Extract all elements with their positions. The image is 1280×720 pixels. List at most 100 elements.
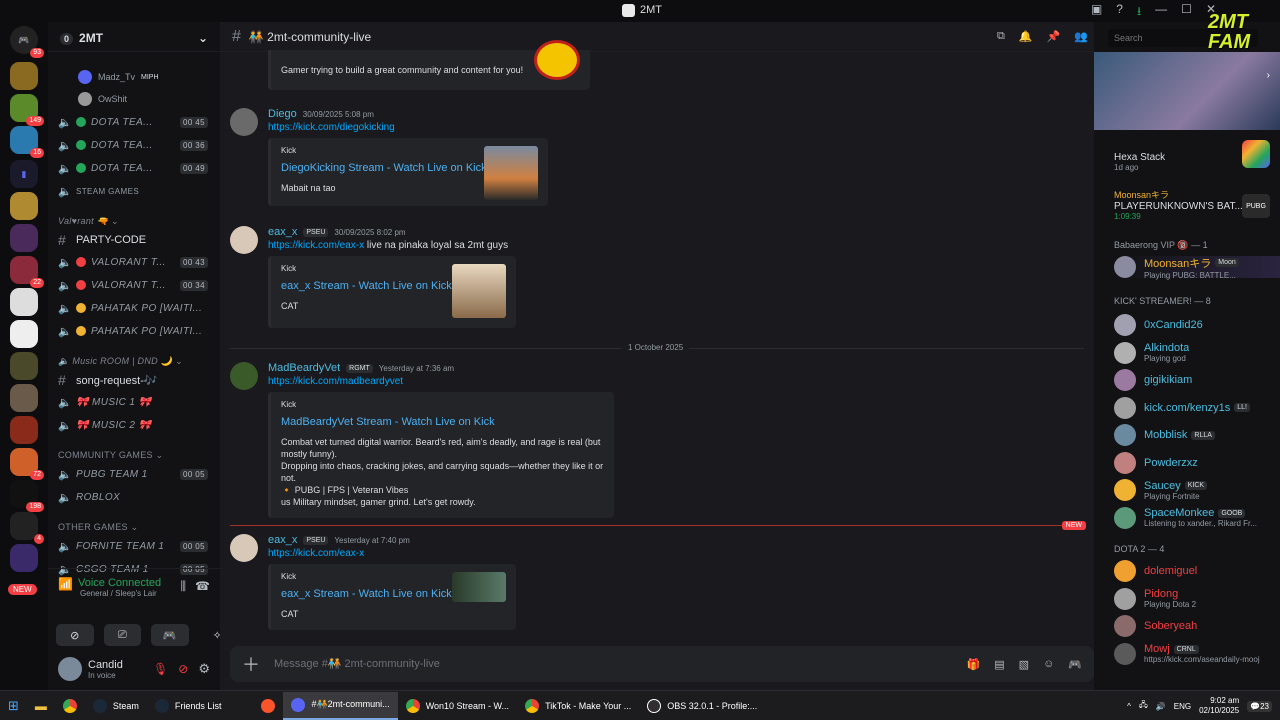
brave-icon[interactable] [253, 692, 283, 720]
chevron-right-icon[interactable]: › [1267, 70, 1270, 81]
text-channel[interactable]: # PARTY-CODE [58, 230, 218, 250]
voice-channel[interactable]: 🔈 DOTA TEA... 00 36 [58, 135, 218, 155]
voice-channel[interactable]: 🔈 PUBG TEAM 1 00 05 [58, 464, 218, 484]
minimize-icon[interactable]: — [1155, 2, 1167, 23]
member-item[interactable]: Soberyeah [1114, 615, 1280, 637]
chrome-icon[interactable] [55, 692, 85, 720]
start-button[interactable]: ⊞ [0, 692, 27, 720]
server-icon[interactable]: 22 [10, 256, 44, 288]
server-icon[interactable] [10, 288, 38, 316]
clock[interactable]: 9:02 am 02/10/2025 [1199, 696, 1239, 716]
deafen-icon[interactable]: ⊘ [178, 662, 188, 676]
author-name[interactable]: MadBeardyVet [268, 362, 340, 374]
avatar[interactable] [230, 362, 258, 390]
server-icon[interactable]: 4 [10, 512, 44, 544]
bell-icon[interactable]: 🔔 [1019, 30, 1033, 43]
server-icon[interactable] [10, 62, 38, 90]
member-item[interactable]: 0xCandid26 [1114, 314, 1280, 336]
file-explorer-icon[interactable]: ▬ [27, 692, 55, 720]
message-link[interactable]: https://kick.com/eax-x [268, 240, 364, 251]
author-name[interactable]: eax_x [268, 534, 297, 546]
avatar[interactable] [230, 534, 258, 562]
voice-channel[interactable]: 🔈 VALORANT T... 00 34 [58, 275, 218, 295]
member-item[interactable]: Moonsanキラ Moon Playing PUBG: BATTLE... [1114, 256, 1280, 280]
avatar[interactable] [230, 226, 258, 254]
server-icon[interactable]: 72 [10, 448, 44, 480]
server-icon[interactable] [10, 384, 38, 412]
category-valorant[interactable]: Val♥rant 🔫 ⌄ [58, 216, 119, 227]
server-icon[interactable]: 198 [10, 480, 44, 512]
voice-channel[interactable]: 🔈 VALORANT T... 00 43 [58, 252, 218, 272]
apps-icon[interactable]: 🎮 [1068, 658, 1082, 671]
server-icon[interactable] [10, 544, 38, 572]
camera-button[interactable]: ⊘ [56, 624, 94, 646]
member-item[interactable]: Saucey KICK Playing Fortnite [1114, 479, 1280, 501]
taskbar-friends[interactable]: Friends List [147, 692, 230, 720]
disconnect-icon[interactable]: ☎ [195, 579, 210, 593]
activity-card[interactable]: Hexa Stack 1d ago [1114, 138, 1274, 172]
server-icon[interactable]: 149 [10, 94, 44, 126]
threads-icon[interactable]: ⧉ [997, 30, 1005, 43]
help-icon[interactable]: ? [1116, 2, 1123, 23]
voice-channel[interactable]: 🔈 🎀 MUSIC 2 🎀 [58, 415, 218, 435]
member-item[interactable]: Mobblisk RLLA [1114, 424, 1280, 446]
member-item[interactable]: kick.com/kenzy1s LL! [1114, 396, 1280, 419]
author-name[interactable]: eax_x [268, 226, 297, 238]
voice-channel[interactable]: 🔈 DOTA TEA... 00 49 [58, 158, 218, 178]
member-item[interactable]: gigikikiam [1114, 369, 1280, 391]
message-link[interactable]: https://kick.com/eax-x [268, 548, 364, 559]
text-channel[interactable]: # song-request-🎶 [58, 370, 218, 390]
server-icon[interactable] [10, 320, 38, 348]
voice-user[interactable]: Madz_Tv MIPH [78, 70, 159, 84]
settings-icon[interactable]: ⚙ [198, 661, 210, 677]
embed-title[interactable]: MadBeardyVet Stream - Watch Live on Kick [281, 416, 604, 428]
message-link[interactable]: https://kick.com/madbeardyvet [268, 376, 403, 387]
noise-suppression-icon[interactable]: ⫼ [180, 579, 186, 594]
attach-icon[interactable]: ＋ [242, 651, 260, 677]
sticker-icon[interactable]: ▧ [1019, 658, 1029, 671]
avatar[interactable] [58, 657, 82, 681]
member-item[interactable]: Powderzxz [1114, 451, 1280, 474]
embed-thumbnail[interactable] [452, 572, 506, 602]
avatar[interactable] [230, 108, 258, 136]
notification-icon[interactable]: 💬23 [1247, 700, 1272, 712]
language-indicator[interactable]: ENG [1174, 702, 1191, 711]
activity-button[interactable]: 🎮 [151, 624, 189, 646]
mute-icon[interactable]: 🎙 [153, 662, 168, 676]
server-icon[interactable]: 16 [10, 126, 44, 158]
new-unreads-badge[interactable]: NEW [8, 584, 37, 595]
voice-channel[interactable]: 🔈 STEAM GAMES [58, 181, 218, 201]
voice-channel[interactable]: 🔈 PAHATAK PO [WAITI... [58, 298, 218, 318]
author-name[interactable]: Diego [268, 108, 297, 120]
gif-icon[interactable]: ▤ [994, 658, 1004, 671]
gift-icon[interactable]: 🎁 [967, 658, 981, 671]
message-link[interactable]: https://kick.com/diegokicking [268, 122, 395, 133]
server-header[interactable]: 0 2MT ⌄ [48, 22, 220, 52]
taskbar-obs[interactable]: OBS 32.0.1 - Profile:... [639, 692, 765, 720]
embed-thumbnail[interactable] [452, 264, 506, 318]
server-icon[interactable] [10, 416, 38, 444]
member-item[interactable]: SpaceMonkee GOOB Listening to xander., Rik… [1114, 506, 1280, 529]
message-input[interactable] [274, 658, 967, 670]
voice-channel[interactable]: 🔈 FORNITE TEAM 1 00 05 [58, 536, 218, 556]
voice-location[interactable]: General / Sleep's Lair [80, 589, 210, 598]
volume-icon[interactable]: 🔊 [1156, 702, 1166, 711]
server-icon[interactable] [10, 352, 38, 380]
activity-card[interactable]: Moonsanキラ PLAYERUNKNOWN'S BAT... 1:09:39… [1114, 188, 1274, 221]
network-icon[interactable]: 🖧 [1139, 699, 1148, 713]
voice-channel[interactable]: 🔈 ROBLOX [58, 487, 218, 507]
voice-channel[interactable]: 🔈 DOTA TEA... 00 45 [58, 112, 218, 132]
embed-thumbnail[interactable] [484, 146, 538, 200]
chevron-up-icon[interactable]: ^ [1127, 702, 1131, 711]
inbox-icon[interactable]: ▣ [1091, 2, 1102, 23]
voice-channel[interactable]: 🔈 PAHATAK PO [WAITI... [58, 321, 218, 341]
members-icon[interactable]: 👥 [1074, 30, 1088, 43]
taskbar-chrome-tiktok[interactable]: TikTok - Make Your ... [517, 692, 639, 720]
voice-channel[interactable]: 🔈 🎀 MUSIC 1 🎀 [58, 392, 218, 412]
server-icon[interactable] [10, 192, 38, 220]
category-community[interactable]: COMMUNITY GAMES ⌄ [58, 450, 164, 461]
member-item[interactable]: Mowj CRNL https://kick.com/aseandaily-mooj [1114, 642, 1280, 665]
emoji-icon[interactable]: ☺ [1043, 658, 1054, 671]
taskbar-chrome-won10[interactable]: Won10 Stream - W... [398, 692, 517, 720]
member-item[interactable]: Alkindota Playing god [1114, 341, 1280, 364]
